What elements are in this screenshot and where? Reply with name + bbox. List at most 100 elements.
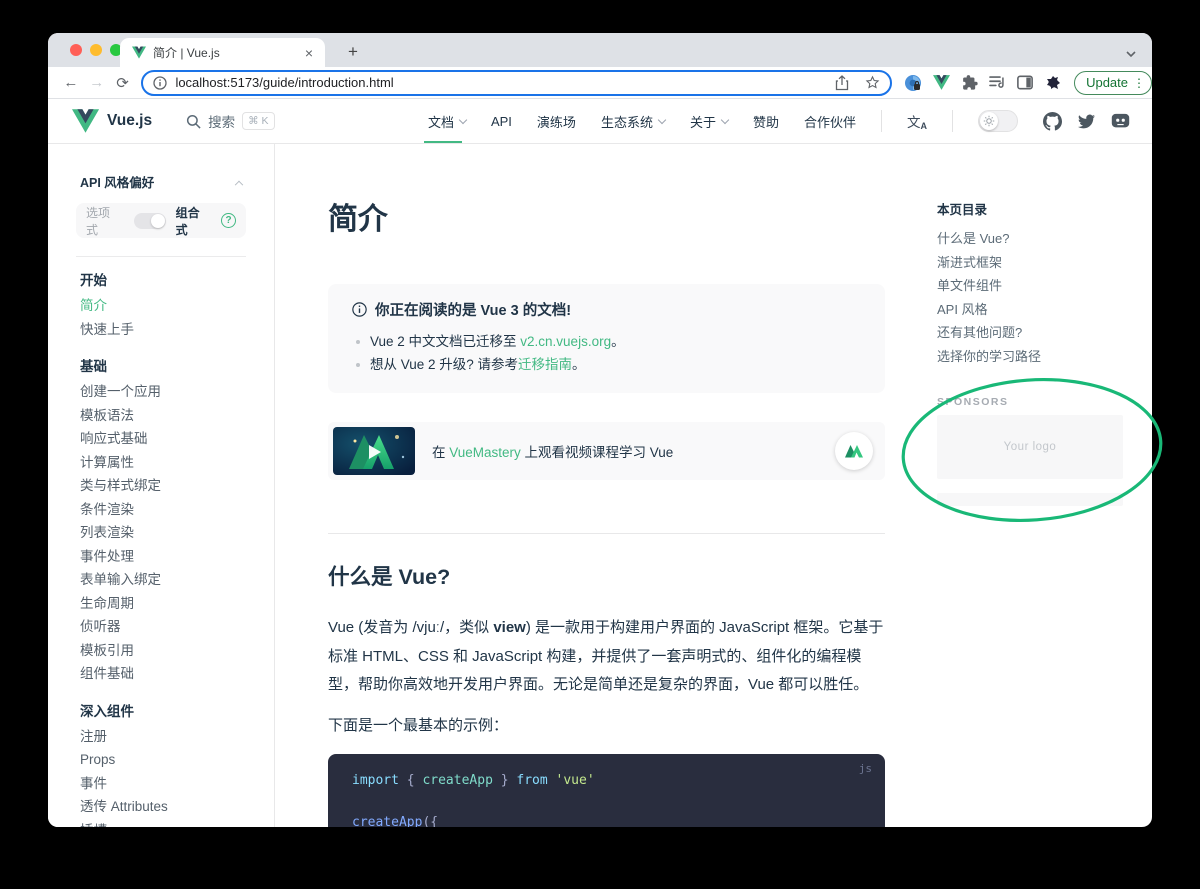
vuemastery-video-thumbnail[interactable]: [333, 427, 415, 475]
share-icon[interactable]: [835, 75, 849, 91]
page-outline-aside: 本页目录 什么是 Vue?渐进式框架单文件组件API 风格还有其他问题?选择你的…: [937, 144, 1123, 827]
toc-item[interactable]: 选择你的学习路径: [937, 345, 1123, 369]
sidebar-item[interactable]: 快速上手: [80, 318, 242, 342]
toc-item[interactable]: 还有其他问题?: [937, 321, 1123, 345]
sidebar-item[interactable]: 模板引用: [80, 639, 242, 663]
reload-button[interactable]: ⟳: [110, 74, 136, 92]
search-icon: [186, 114, 201, 129]
vuejs-logo[interactable]: Vue.js: [72, 109, 152, 133]
sidebar-item[interactable]: 事件: [80, 772, 242, 796]
twitter-icon[interactable]: [1077, 113, 1096, 130]
nav-item-partners[interactable]: 合作伙伴: [804, 99, 856, 143]
playlist-extension-icon[interactable]: [989, 75, 1006, 90]
sidebar-item[interactable]: 条件渲染: [80, 498, 242, 522]
sponsor-placeholder-partial[interactable]: [937, 493, 1123, 506]
extensions-puzzle-icon[interactable]: [961, 74, 978, 91]
sidebar-item[interactable]: 透传 Attributes: [80, 795, 242, 819]
theme-toggle[interactable]: [978, 110, 1018, 132]
sidebar-item[interactable]: 列表渲染: [80, 521, 242, 545]
bookmark-star-icon[interactable]: [865, 75, 880, 90]
code-block[interactable]: js import { createApp } from 'vue' creat…: [328, 754, 885, 828]
sidebar-group: 开始简介快速上手: [80, 269, 242, 341]
toc-item[interactable]: 渐进式框架: [937, 251, 1123, 275]
side-panel-icon[interactable]: [1017, 75, 1033, 90]
page-info-icon[interactable]: [153, 76, 167, 90]
search-shortcut-badge: ⌘ K: [242, 112, 274, 130]
api-style-toggle[interactable]: [134, 213, 166, 229]
code-lines: import { createApp } from 'vue' createAp…: [352, 770, 861, 828]
browser-window: 简介 | Vue.js × + ← → ⟳ localhost:5173/gui…: [48, 33, 1152, 827]
github-icon[interactable]: [1043, 112, 1062, 131]
search-label: 搜索: [208, 111, 235, 131]
sidebar-group: 深入组件注册Props事件透传 Attributes插槽: [80, 700, 242, 828]
nav-item-sponsor[interactable]: 赞助: [753, 99, 779, 143]
kebab-menu-icon[interactable]: ⋮: [1133, 76, 1145, 90]
main-content: 简介 你正在阅读的是 Vue 3 的文档! Vue 2 中文文档已迁移至 v2.…: [328, 144, 885, 827]
vuemastery-link[interactable]: VueMastery: [449, 445, 521, 460]
sidebar-item[interactable]: 计算属性: [80, 451, 242, 475]
toc-item[interactable]: 什么是 Vue?: [937, 227, 1123, 251]
tab-close-icon[interactable]: ×: [301, 46, 317, 60]
sidebar: API 风格偏好 选项式 组合式 ? 开始简介快速上手基础创建一个应用模板语法响…: [48, 144, 275, 827]
discord-icon[interactable]: [1111, 113, 1130, 129]
browser-tab[interactable]: 简介 | Vue.js ×: [120, 38, 325, 67]
url-text[interactable]: localhost:5173/guide/introduction.html: [175, 75, 835, 90]
divider: [881, 110, 882, 132]
window-controls: [70, 44, 122, 56]
close-window-button[interactable]: [70, 44, 82, 56]
sidebar-item[interactable]: 类与样式绑定: [80, 474, 242, 498]
back-button[interactable]: ←: [58, 74, 84, 91]
chevron-up-icon: [235, 180, 243, 188]
nav-item-api[interactable]: API: [491, 99, 512, 143]
new-tab-button[interactable]: +: [340, 39, 366, 65]
sidebar-item[interactable]: 简介: [80, 294, 242, 318]
vuemastery-banner[interactable]: 在 VueMastery 上观看视频课程学习 Vue: [328, 422, 885, 480]
forward-button: →: [84, 74, 110, 91]
options-api-label[interactable]: 选项式: [86, 204, 122, 238]
sidebar-item[interactable]: 侦听器: [80, 615, 242, 639]
info-box-list: Vue 2 中文文档已迁移至 v2.cn.vuejs.org。 想从 Vue 2…: [352, 330, 861, 376]
url-bar[interactable]: localhost:5173/guide/introduction.html: [141, 70, 892, 96]
sponsors-label: SPONSORS: [937, 396, 1123, 408]
privacy-extension-icon[interactable]: [904, 74, 922, 92]
minimize-window-button[interactable]: [90, 44, 102, 56]
vue-devtools-extension-icon[interactable]: [933, 75, 950, 90]
toc-list: 什么是 Vue?渐进式框架单文件组件API 风格还有其他问题?选择你的学习路径: [937, 227, 1123, 368]
help-icon[interactable]: ?: [221, 213, 236, 228]
code-language-badge: js: [859, 762, 872, 775]
banner-text: 在 VueMastery 上观看视频课程学习 Vue: [432, 441, 673, 461]
translate-icon[interactable]: 文A: [907, 111, 927, 131]
sidebar-item[interactable]: 表单输入绑定: [80, 568, 242, 592]
composition-api-label[interactable]: 组合式: [176, 204, 212, 238]
api-preference-title[interactable]: API 风格偏好: [80, 172, 242, 191]
sidebar-item[interactable]: 创建一个应用: [80, 380, 242, 404]
toc-item[interactable]: 单文件组件: [937, 274, 1123, 298]
nav-item-playground[interactable]: 演练场: [537, 99, 576, 143]
sidebar-group: 基础创建一个应用模板语法响应式基础计算属性类与样式绑定条件渲染列表渲染事件处理表…: [80, 355, 242, 686]
info-box-title: 你正在阅读的是 Vue 3 的文档!: [352, 299, 861, 320]
code-line: import { createApp } from 'vue': [352, 770, 861, 791]
sidebar-item[interactable]: 生命周期: [80, 592, 242, 616]
tab-search-chevron-icon[interactable]: [1126, 45, 1136, 63]
sidebar-item[interactable]: 响应式基础: [80, 427, 242, 451]
sidebar-item[interactable]: 注册: [80, 725, 242, 749]
search-button[interactable]: 搜索 ⌘ K: [186, 111, 274, 131]
dark-extension-icon[interactable]: [1044, 74, 1062, 92]
sidebar-item[interactable]: 插槽: [80, 819, 242, 828]
update-browser-button[interactable]: Update ⋮: [1074, 71, 1152, 95]
vue-favicon-icon: [132, 46, 146, 59]
sponsor-placeholder[interactable]: Your logo: [937, 415, 1123, 479]
sidebar-item[interactable]: 事件处理: [80, 545, 242, 569]
toc-item[interactable]: API 风格: [937, 298, 1123, 322]
sidebar-item[interactable]: Props: [80, 748, 242, 772]
nav-item-docs[interactable]: 文档: [428, 99, 466, 143]
migration-guide-link[interactable]: 迁移指南: [518, 357, 572, 372]
sidebar-item[interactable]: 组件基础: [80, 662, 242, 686]
list-item: Vue 2 中文文档已迁移至 v2.cn.vuejs.org。: [352, 330, 861, 353]
sidebar-item[interactable]: 模板语法: [80, 404, 242, 428]
v2-docs-link[interactable]: v2.cn.vuejs.org: [520, 334, 611, 349]
tab-title: 简介 | Vue.js: [153, 44, 301, 61]
intro-paragraph: Vue (发音为 /vjuː/，类似 view) 是一款用于构建用户界面的 Ja…: [328, 614, 885, 700]
nav-item-ecosystem[interactable]: 生态系统: [601, 99, 665, 143]
nav-item-about[interactable]: 关于: [690, 99, 728, 143]
